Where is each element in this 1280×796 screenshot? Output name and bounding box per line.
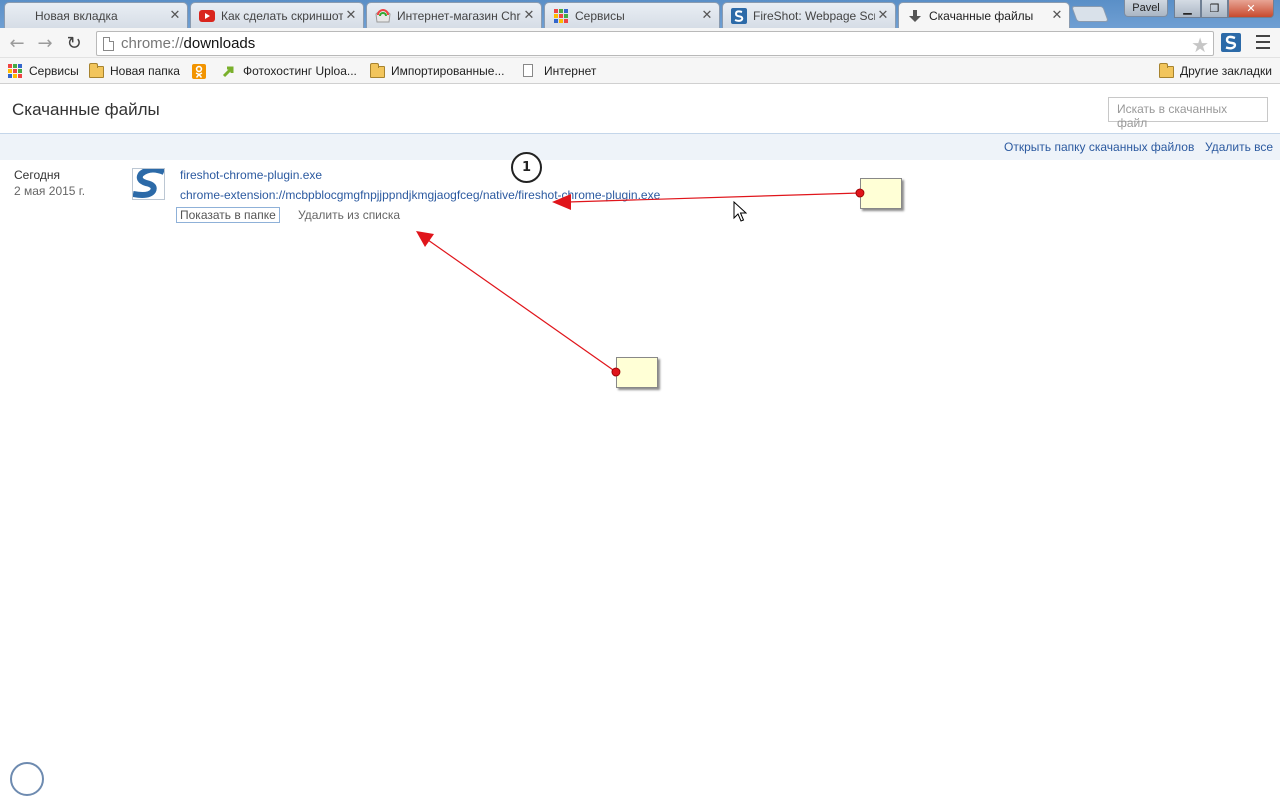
page-title: Скачанные файлы xyxy=(12,100,160,119)
url-scheme: chrome:// xyxy=(121,35,184,52)
close-icon[interactable]: ✕ xyxy=(343,8,359,23)
upload-icon xyxy=(222,64,238,78)
profile-button[interactable]: Pavel xyxy=(1124,0,1168,17)
bookmark-label: Интернет xyxy=(544,64,597,78)
folder-icon xyxy=(1159,63,1175,78)
bookmark-label: Новая папка xyxy=(110,64,180,78)
mouse-cursor-icon xyxy=(733,200,748,226)
open-downloads-folder-link[interactable]: Открыть папку скачанных файлов xyxy=(1004,140,1194,154)
download-date: 2 мая 2015 г. xyxy=(14,184,86,198)
apps-icon xyxy=(8,64,24,78)
tab-title: Сервисы xyxy=(575,8,625,23)
download-file-name[interactable]: fireshot-chrome-plugin.exe xyxy=(180,168,322,182)
minimize-button[interactable]: ▁ xyxy=(1174,0,1201,18)
url-host: downloads xyxy=(183,35,256,52)
chrome-webstore-icon xyxy=(375,8,391,24)
step-number-badge: 1 xyxy=(511,152,542,183)
tab-webstore[interactable]: Интернет-магазин Chr ✕ xyxy=(366,2,542,28)
forward-arrow-icon: → xyxy=(37,32,53,54)
address-bar[interactable]: chrome://downloads ★ xyxy=(96,31,1214,57)
clear-all-link[interactable]: Удалить все xyxy=(1205,140,1273,154)
bookmark-new-folder[interactable]: Новая папка xyxy=(89,62,180,80)
annotation-note-1[interactable] xyxy=(860,178,902,209)
bookmark-label: Фотохостинг Uploa... xyxy=(243,64,357,78)
tab-fireshot[interactable]: FireShot: Webpage Scr ✕ xyxy=(722,2,896,28)
download-day: Сегодня xyxy=(14,168,60,182)
window-controls: ▁ ❐ ✕ xyxy=(1174,0,1274,18)
browser-toolbar: ← → ↻ chrome://downloads ★ xyxy=(0,28,1280,58)
bookmark-label: Импортированные... xyxy=(391,64,505,78)
close-icon[interactable]: ✕ xyxy=(167,8,183,23)
reload-icon: ↻ xyxy=(66,32,82,54)
chrome-menu-icon[interactable] xyxy=(1256,35,1270,49)
download-source-url[interactable]: chrome-extension://mcbpblocgmgfnpjjppndj… xyxy=(180,188,660,202)
apps-icon xyxy=(553,8,569,24)
search-downloads-input[interactable]: Искать в скачанных файл xyxy=(1108,97,1268,130)
tab-new-tab[interactable]: Новая вкладка ✕ xyxy=(4,2,188,28)
bookmark-photo-hosting[interactable]: Фотохостинг Uploa... xyxy=(222,62,357,80)
fireshot-file-icon xyxy=(132,166,166,200)
youtube-icon xyxy=(199,8,215,24)
bookmark-odnoklassniki[interactable] xyxy=(192,62,213,80)
close-icon[interactable]: ✕ xyxy=(699,8,715,23)
downloads-action-bar: Открыть папку скачанных файлов Удалить в… xyxy=(0,133,1280,160)
page-icon xyxy=(523,64,539,78)
other-bookmarks[interactable]: Другие закладки xyxy=(1159,62,1272,80)
forward-button[interactable]: → xyxy=(34,32,56,54)
tab-title: Скачанные файлы xyxy=(929,8,1034,23)
back-button[interactable]: ← xyxy=(6,32,28,54)
odnoklassniki-icon xyxy=(192,64,208,79)
blank-tab-icon xyxy=(13,8,29,24)
tab-title: Интернет-магазин Chr xyxy=(397,8,521,23)
tab-title: Новая вкладка xyxy=(35,8,118,23)
back-arrow-icon: ← xyxy=(9,32,25,54)
tab-title: Как сделать скриншот xyxy=(221,8,343,23)
fireshot-extension-icon[interactable] xyxy=(1221,33,1241,52)
tab-services[interactable]: Сервисы ✕ xyxy=(544,2,720,28)
bookmark-internet[interactable]: Интернет xyxy=(523,62,596,80)
reload-button[interactable]: ↻ xyxy=(63,32,85,54)
address-url[interactable]: chrome://downloads xyxy=(121,35,255,52)
download-icon xyxy=(907,8,923,24)
close-icon[interactable]: ✕ xyxy=(521,8,537,23)
folder-icon xyxy=(370,63,386,78)
remove-from-list-link[interactable]: Удалить из списка xyxy=(298,208,400,222)
tab-downloads[interactable]: Скачанные файлы ✕ xyxy=(898,2,1070,28)
tab-youtube[interactable]: Как сделать скриншот ✕ xyxy=(190,2,364,28)
show-in-folder-button[interactable]: Показать в папке xyxy=(176,207,280,223)
page-icon xyxy=(103,37,114,51)
bookmark-imported[interactable]: Импортированные... xyxy=(370,62,504,80)
bookmark-star-icon[interactable]: ★ xyxy=(1191,33,1209,57)
bookmark-label: Сервисы xyxy=(29,64,79,78)
folder-icon xyxy=(89,63,105,78)
arrow-to-remove xyxy=(416,231,621,377)
bookmark-services[interactable]: Сервисы xyxy=(8,62,79,80)
close-window-button[interactable]: ✕ xyxy=(1228,0,1274,18)
new-tab-button[interactable] xyxy=(1071,6,1109,22)
close-icon[interactable]: ✕ xyxy=(875,8,891,23)
fireshot-icon xyxy=(731,7,747,24)
maximize-button[interactable]: ❐ xyxy=(1201,0,1228,18)
tab-title: FireShot: Webpage Scr xyxy=(753,8,875,23)
tab-strip: Новая вкладка ✕ Как сделать скриншот ✕ И… xyxy=(0,0,1280,28)
annotation-note-2[interactable] xyxy=(616,357,658,388)
bookmarks-bar: Сервисы Новая папка Фотохостинг Uploa...… xyxy=(0,58,1280,84)
close-icon[interactable]: ✕ xyxy=(1049,8,1065,23)
partial-circle-icon xyxy=(10,762,44,796)
other-bookmarks-label: Другие закладки xyxy=(1180,64,1272,78)
